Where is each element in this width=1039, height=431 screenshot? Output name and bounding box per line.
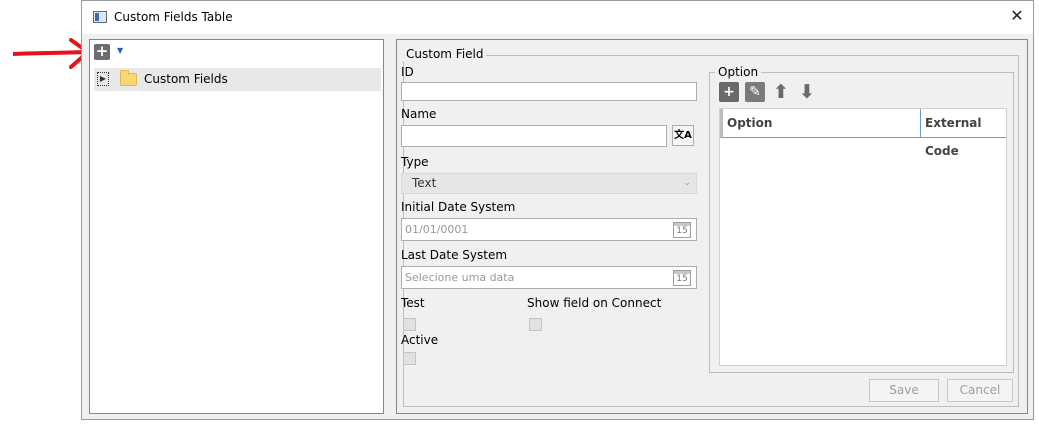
move-down-button[interactable]: ⬇: [797, 82, 817, 102]
expand-icon[interactable]: ▶: [97, 72, 109, 86]
window-title: Custom Fields Table: [114, 10, 233, 24]
test-label: Test: [401, 296, 425, 310]
chevron-down-icon: ⌄: [683, 178, 691, 188]
chevron-down-icon[interactable]: ▼: [117, 46, 123, 55]
active-label: Active: [401, 333, 439, 347]
save-button[interactable]: Save: [869, 379, 939, 402]
calendar-icon[interactable]: 15: [673, 222, 691, 238]
id-field[interactable]: [401, 82, 697, 101]
folder-icon: [120, 70, 137, 86]
translate-button[interactable]: 文A: [672, 125, 694, 146]
edit-option-button[interactable]: ✎: [745, 82, 765, 102]
tree-item-custom-fields[interactable]: ▶ Custom Fields: [94, 68, 381, 91]
type-select-value: Text: [412, 176, 437, 190]
add-icon: +: [723, 84, 735, 100]
option-group-title: Option: [715, 65, 762, 79]
column-header-option[interactable]: Option: [723, 109, 921, 137]
last-date-field[interactable]: Selecione uma data: [401, 266, 697, 289]
add-icon[interactable]: +: [94, 44, 110, 60]
close-icon[interactable]: ✕: [1007, 6, 1027, 26]
name-field[interactable]: [401, 125, 667, 147]
option-table-header: Option External Code: [720, 109, 1009, 158]
tree-panel: + ▼ ▶ Custom Fields: [89, 39, 384, 414]
tree-item-label: Custom Fields: [144, 72, 228, 86]
show-field-label: Show field on Connect: [527, 296, 662, 310]
initial-date-label: Initial Date System: [401, 200, 516, 214]
custom-fields-window: Custom Fields Table ✕ + ▼ ▶ Custom Field…: [81, 0, 1034, 420]
calendar-icon[interactable]: 15: [673, 270, 691, 286]
active-checkbox[interactable]: [403, 352, 416, 365]
arrow-down-icon: ⬇: [799, 81, 815, 103]
name-label: Name: [401, 107, 437, 121]
type-label: Type: [401, 155, 429, 169]
cancel-button[interactable]: Cancel: [947, 379, 1013, 402]
option-table: Option External Code: [719, 108, 1007, 366]
move-up-button[interactable]: ⬆: [771, 82, 791, 102]
custom-field-group-title: Custom Field: [403, 47, 487, 61]
edit-icon: ✎: [749, 84, 761, 100]
last-date-label: Last Date System: [401, 248, 508, 262]
type-select[interactable]: Text ⌄: [401, 173, 697, 194]
show-field-checkbox[interactable]: [529, 318, 542, 331]
arrow-up-icon: ⬆: [773, 81, 789, 103]
id-label: ID: [401, 65, 414, 79]
translate-icon: 文A: [674, 130, 692, 141]
add-option-button[interactable]: +: [719, 82, 739, 102]
initial-date-field[interactable]: 01/01/0001: [401, 218, 697, 241]
title-bar: Custom Fields Table ✕: [82, 1, 1033, 34]
column-header-external-code[interactable]: External Code: [921, 109, 1009, 158]
test-checkbox[interactable]: [403, 318, 416, 331]
window-icon: [93, 11, 107, 23]
details-panel: Custom Field ID Name 文A Type Text ⌄ Init…: [396, 39, 1028, 414]
